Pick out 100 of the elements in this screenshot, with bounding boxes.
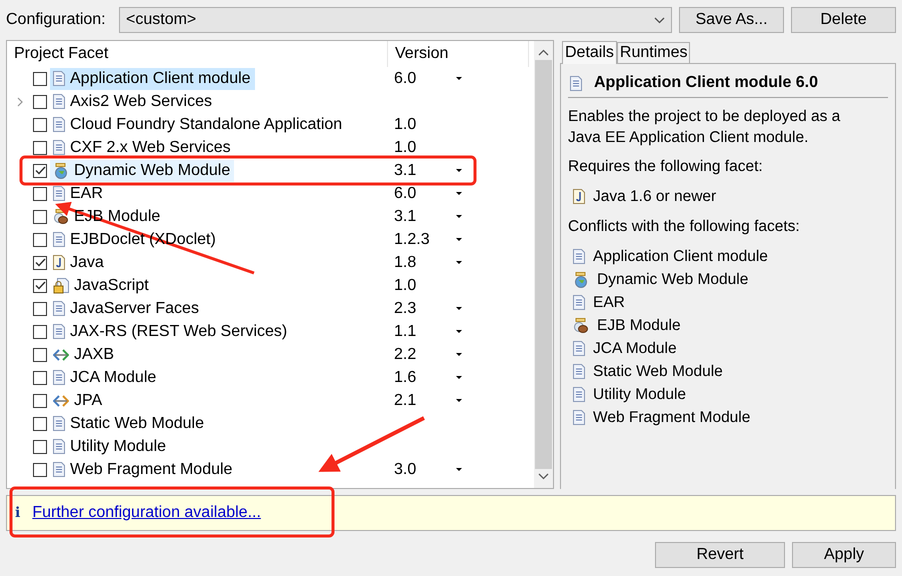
version-value: 6.0 — [394, 70, 416, 86]
checkbox[interactable] — [33, 370, 47, 384]
document-icon — [53, 232, 65, 247]
version-value: 1.8 — [394, 254, 416, 270]
version-value: 1.0 — [394, 138, 416, 156]
double-arrow-icon — [53, 348, 69, 360]
tab[interactable]: Runtimes — [616, 42, 690, 63]
facet-item[interactable]: Utility Module — [50, 436, 170, 458]
dropdown-caret-icon[interactable] — [456, 468, 462, 471]
checkbox[interactable] — [33, 416, 47, 430]
dropdown-caret-icon[interactable] — [456, 261, 462, 264]
facet-name: JPA — [74, 392, 102, 410]
document-icon — [53, 370, 65, 385]
scrollbar[interactable] — [534, 41, 553, 488]
checkbox[interactable] — [33, 94, 47, 108]
document-icon — [53, 94, 65, 109]
apply-button[interactable]: Apply — [792, 542, 896, 568]
dropdown-caret-icon[interactable] — [456, 307, 462, 310]
facet-name: Java — [70, 254, 104, 272]
facet-item[interactable]: JAXB — [50, 344, 118, 366]
globe-jar-icon — [573, 272, 589, 288]
info-icon: i — [15, 505, 20, 521]
checkbox[interactable] — [33, 210, 47, 224]
facet-name: Dynamic Web Module — [74, 162, 230, 180]
scroll-up-icon[interactable] — [538, 49, 549, 56]
tab[interactable]: Details — [562, 41, 617, 64]
dropdown-caret-icon[interactable] — [456, 215, 462, 218]
checkbox[interactable] — [33, 140, 47, 154]
checkbox[interactable] — [33, 324, 47, 338]
required-facet: Java 1.6 or newer — [593, 188, 716, 206]
facet-item[interactable]: JavaServer Faces — [50, 298, 203, 320]
checkbox[interactable] — [33, 232, 47, 246]
facet-name: Static Web Module — [70, 414, 204, 432]
locked-document-icon — [53, 278, 69, 294]
checkbox[interactable] — [33, 256, 47, 270]
document-icon — [573, 295, 585, 310]
further-configuration-link[interactable]: Further configuration available... — [32, 504, 261, 522]
conflicting-facet: Utility Module — [593, 386, 686, 404]
facet-name: JavaServer Faces — [70, 300, 199, 318]
expand-chevron-icon[interactable] — [17, 96, 23, 106]
requires-label: Requires the following facet: — [568, 157, 764, 177]
facet-item[interactable]: Web Fragment Module — [50, 458, 236, 480]
facet-name: JAX-RS (REST Web Services) — [70, 322, 288, 340]
facet-item[interactable]: Axis2 Web Services — [50, 90, 216, 112]
checkbox[interactable] — [33, 164, 47, 178]
conflicting-facet: EJB Module — [597, 316, 681, 334]
dropdown-caret-icon[interactable] — [456, 376, 462, 379]
revert-button[interactable]: Revert — [655, 542, 785, 568]
facet-item[interactable]: JavaScript — [50, 274, 153, 296]
details-title: Application Client module 6.0 — [594, 74, 818, 92]
configuration-dropdown[interactable]: <custom> — [119, 7, 672, 33]
scroll-down-icon[interactable] — [538, 473, 549, 480]
document-icon — [573, 387, 585, 402]
checkbox[interactable] — [33, 278, 47, 292]
checkbox[interactable] — [33, 394, 47, 408]
document-icon — [53, 301, 65, 316]
scrollbar-thumb[interactable] — [535, 60, 552, 469]
document-icon — [570, 76, 582, 90]
checkbox[interactable] — [33, 440, 47, 454]
facet-name: EAR — [70, 184, 103, 202]
column-header[interactable]: Version — [388, 41, 529, 67]
facet-item[interactable]: JCA Module — [50, 366, 160, 388]
dropdown-caret-icon[interactable] — [456, 77, 462, 80]
facet-item[interactable]: Java — [50, 252, 108, 274]
document-icon — [53, 186, 65, 201]
save-as-button[interactable]: Save As... — [679, 7, 784, 33]
dropdown-caret-icon[interactable] — [456, 192, 462, 195]
checkbox[interactable] — [33, 186, 47, 200]
conflicting-facet: Web Fragment Module — [593, 408, 750, 426]
configuration-label: Configuration: — [6, 11, 107, 29]
facet-name: Axis2 Web Services — [70, 92, 212, 110]
facet-item[interactable]: JPA — [50, 390, 106, 412]
facet-item[interactable]: JAX-RS (REST Web Services) — [50, 320, 292, 342]
checkbox[interactable] — [33, 348, 47, 362]
checkbox[interactable] — [33, 462, 47, 476]
dropdown-caret-icon[interactable] — [456, 330, 462, 333]
checkbox[interactable] — [33, 118, 47, 132]
dropdown-caret-icon[interactable] — [456, 238, 462, 241]
checkbox[interactable] — [33, 72, 47, 86]
document-icon — [53, 71, 65, 86]
facet-item[interactable]: Static Web Module — [50, 412, 208, 434]
delete-button[interactable]: Delete — [791, 7, 896, 33]
facet-item[interactable]: CXF 2.x Web Services — [50, 136, 235, 158]
facet-item[interactable]: EAR — [50, 182, 107, 204]
document-icon — [573, 364, 585, 379]
column-header[interactable]: Project Facet — [7, 41, 388, 67]
java-file-icon — [573, 189, 585, 204]
checkbox[interactable] — [33, 302, 47, 316]
facet-name: Utility Module — [70, 438, 166, 456]
document-icon — [573, 249, 585, 264]
facet-item[interactable]: Cloud Foundry Standalone Application — [50, 114, 346, 136]
facet-item[interactable]: Dynamic Web Module — [50, 160, 234, 182]
bean-jar-icon — [53, 208, 69, 224]
document-icon — [53, 140, 65, 155]
facet-item[interactable]: Application Client module — [50, 68, 255, 90]
dropdown-caret-icon[interactable] — [456, 169, 462, 172]
dropdown-caret-icon[interactable] — [456, 353, 462, 356]
dropdown-caret-icon[interactable] — [456, 399, 462, 402]
facet-name: Application Client module — [70, 70, 251, 88]
facet-name: Cloud Foundry Standalone Application — [70, 116, 342, 134]
